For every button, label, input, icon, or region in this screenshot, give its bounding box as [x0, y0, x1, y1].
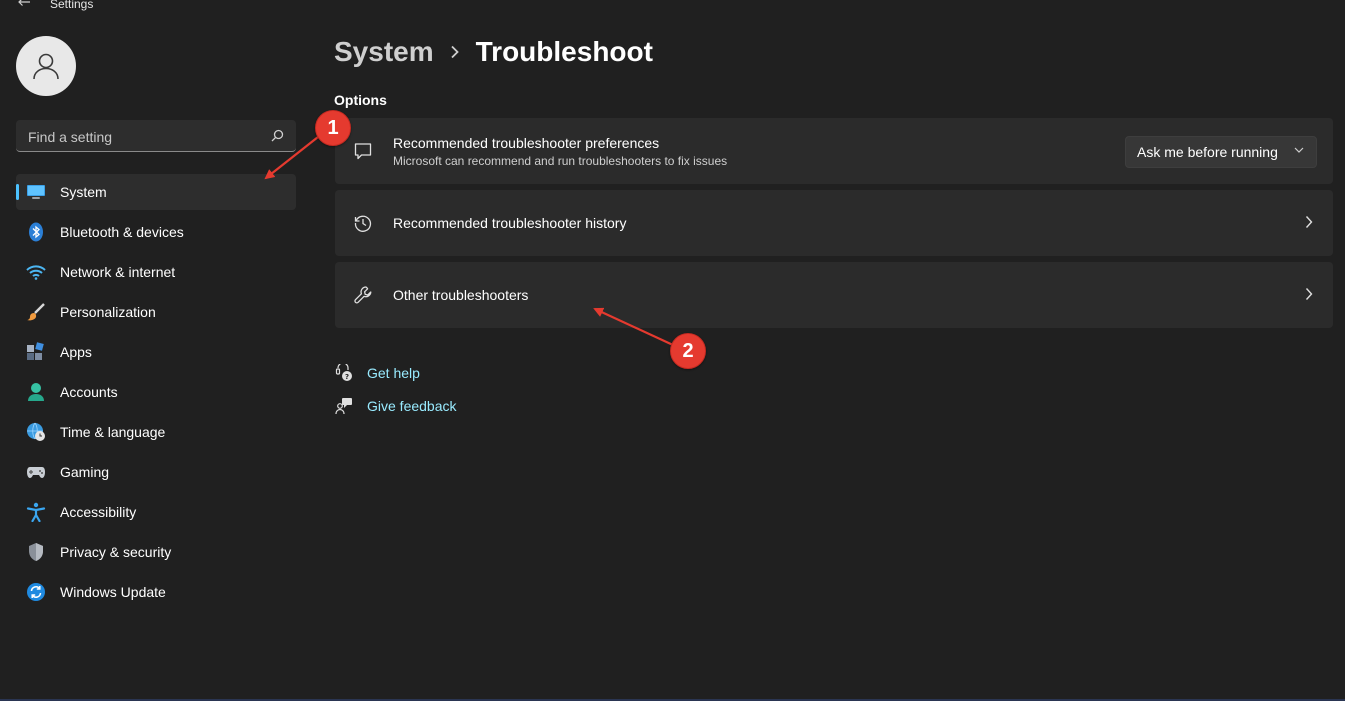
- sidebar-item-label: Accounts: [60, 384, 118, 400]
- sidebar-item-label: Time & language: [60, 424, 166, 440]
- history-icon: [354, 215, 372, 232]
- sidebar-item-network[interactable]: Network & internet: [16, 254, 296, 290]
- dropdown-value: Ask me before running: [1137, 144, 1278, 160]
- accessibility-icon: [26, 502, 46, 522]
- app-title: Settings: [50, 0, 94, 11]
- sidebar-item-label: Accessibility: [60, 504, 137, 520]
- brush-icon: [26, 302, 46, 322]
- card-text: Recommended troubleshooter history: [393, 215, 626, 231]
- card-troubleshooter-history[interactable]: Recommended troubleshooter history: [335, 190, 1333, 256]
- help-links: ? Get help Give feedback: [334, 362, 457, 428]
- chevron-right-icon: [450, 45, 460, 59]
- get-help-link[interactable]: Get help: [367, 365, 420, 381]
- card-troubleshooter-preferences: Recommended troubleshooter preferences M…: [335, 118, 1333, 184]
- sidebar-item-label: System: [60, 184, 107, 200]
- card-subtitle: Microsoft can recommend and run troubles…: [393, 154, 728, 168]
- card-text: Recommended troubleshooter preferences M…: [393, 135, 727, 168]
- breadcrumb-parent[interactable]: System: [334, 36, 434, 68]
- sidebar-item-label: Bluetooth & devices: [60, 224, 184, 240]
- search-input[interactable]: [26, 120, 270, 153]
- sidebar-item-label: Windows Update: [60, 584, 166, 600]
- card-title: Recommended troubleshooter preferences: [393, 135, 660, 151]
- svg-text:?: ?: [345, 373, 349, 381]
- shield-icon: [26, 542, 46, 562]
- sidebar-item-system[interactable]: System: [16, 174, 296, 210]
- chevron-right-icon: [1305, 216, 1313, 228]
- sidebar-item-bluetooth[interactable]: Bluetooth & devices: [16, 214, 296, 250]
- title-bar: Settings: [0, 0, 1345, 14]
- feedback-icon: [334, 396, 354, 416]
- sidebar-item-time-language[interactable]: Time & language: [16, 414, 296, 450]
- sidebar-item-accounts[interactable]: Accounts: [16, 374, 296, 410]
- sidebar-item-label: Apps: [60, 344, 92, 360]
- back-button[interactable]: [14, 0, 34, 10]
- settings-window: Settings System Bluetooth & devices: [0, 0, 1345, 701]
- sidebar-item-privacy-security[interactable]: Privacy & security: [16, 534, 296, 570]
- sidebar-item-apps[interactable]: Apps: [16, 334, 296, 370]
- back-arrow-icon: [18, 0, 30, 6]
- card-text: Other troubleshooters: [393, 287, 528, 303]
- annotation-badge-1: 1: [315, 110, 351, 146]
- breadcrumb: System Troubleshoot: [334, 36, 653, 68]
- update-icon: [26, 582, 46, 602]
- sidebar-item-label: Personalization: [60, 304, 156, 320]
- annotation-badge-2: 2: [670, 333, 706, 369]
- search-box: [16, 120, 296, 153]
- give-feedback-row: Give feedback: [334, 395, 457, 417]
- apps-icon: [26, 342, 46, 362]
- troubleshooter-preference-dropdown[interactable]: Ask me before running: [1125, 136, 1317, 168]
- section-title: Options: [334, 92, 387, 108]
- monitor-icon: [26, 182, 46, 202]
- sidebar-item-gaming[interactable]: Gaming: [16, 454, 296, 490]
- give-feedback-link[interactable]: Give feedback: [367, 398, 457, 414]
- card-title: Recommended troubleshooter history: [393, 215, 627, 231]
- sidebar-item-label: Gaming: [60, 464, 110, 480]
- sidebar-nav: System Bluetooth & devices Network & int…: [16, 174, 296, 614]
- page-title: Troubleshoot: [475, 36, 653, 67]
- bluetooth-icon: [26, 222, 46, 242]
- chat-icon: [354, 143, 372, 160]
- sidebar-item-label: Network & internet: [60, 264, 176, 280]
- sidebar-item-accessibility[interactable]: Accessibility: [16, 494, 296, 530]
- sidebar-item-windows-update[interactable]: Windows Update: [16, 574, 296, 610]
- help-chat-icon: ?: [334, 363, 354, 383]
- person-icon: [26, 382, 46, 402]
- sidebar-item-personalization[interactable]: Personalization: [16, 294, 296, 330]
- card-title: Other troubleshooters: [393, 287, 529, 303]
- sidebar-item-label: Privacy & security: [60, 544, 172, 560]
- globe-clock-icon: [26, 422, 46, 442]
- search-icon[interactable]: [271, 129, 284, 142]
- person-icon: [33, 53, 59, 80]
- gamepad-icon: [26, 462, 46, 482]
- chevron-down-icon: [1294, 147, 1304, 153]
- wifi-icon: [26, 262, 46, 282]
- card-other-troubleshooters[interactable]: Other troubleshooters: [335, 262, 1333, 328]
- user-avatar[interactable]: [16, 36, 76, 96]
- wrench-icon: [354, 286, 372, 304]
- get-help-row: ? Get help: [334, 362, 457, 384]
- chevron-right-icon: [1305, 288, 1313, 300]
